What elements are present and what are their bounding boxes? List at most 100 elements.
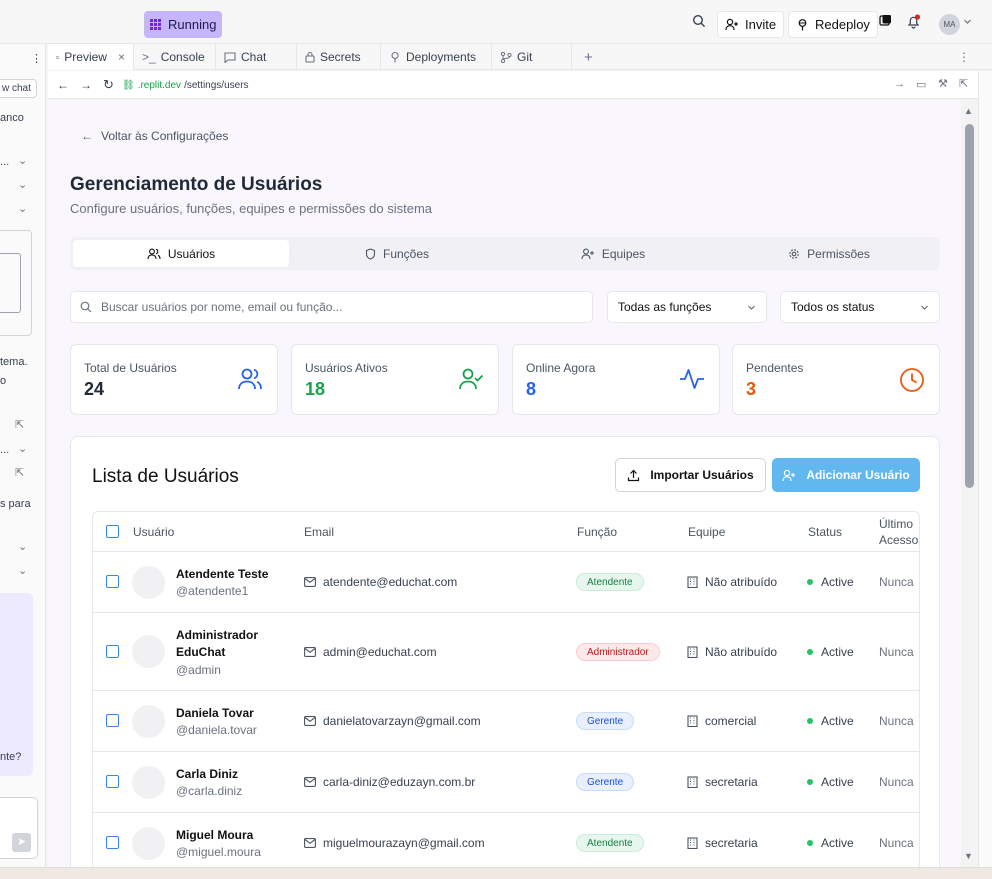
upload-icon [628, 469, 640, 481]
send-icon[interactable]: ➤ [12, 833, 31, 852]
row-checkbox[interactable] [106, 645, 119, 658]
avatar[interactable]: MA [939, 14, 960, 35]
tabs-menu-icon[interactable]: ⋮ [958, 50, 970, 64]
chat-snippet: tema. [0, 356, 28, 368]
reload-icon[interactable]: ↻ [103, 77, 114, 93]
user-search-input[interactable]: Buscar usuários por nome, email ou funçã… [70, 291, 593, 323]
table-row[interactable]: Miguel Moura @miguel.moura miguelmouraza… [93, 813, 919, 867]
role-badge: Administrador [576, 643, 660, 661]
link-icon: ⛓ [122, 79, 135, 91]
status-text: Active [821, 575, 854, 589]
external-link-icon[interactable]: ⇱ [15, 418, 24, 431]
back-to-settings-link[interactable]: ← Voltar às Configurações [81, 129, 228, 143]
tab-secrets[interactable]: Secrets [297, 44, 381, 70]
stat-value: 8 [526, 379, 537, 399]
chevron-down-icon[interactable]: ⌄ [18, 178, 27, 191]
stat-value: 18 [305, 379, 326, 399]
settings-tabs: Usuários Funções Equipes Permissões [70, 237, 940, 270]
user-email: danielatovarzayn@gmail.com [304, 714, 481, 728]
tab-label: Usuários [167, 246, 216, 261]
chevron-down-icon[interactable]: ⌄ [18, 564, 27, 577]
team-text: comercial [705, 714, 757, 728]
user-plus-icon [782, 469, 796, 481]
redeploy-button[interactable]: Redeploy [788, 11, 878, 38]
tab-preview[interactable]: Preview × [48, 44, 134, 70]
table-row[interactable]: Atendente Teste @atendente1 atendente@ed… [93, 552, 919, 613]
tab-permissoes[interactable]: Permissões [721, 240, 937, 267]
table-header: Usuário Email Função Equipe Status Últim… [93, 512, 919, 552]
add-tab-icon[interactable]: + [572, 44, 601, 70]
tab-funcoes[interactable]: Funções [289, 240, 505, 267]
chevron-down-icon[interactable]: ⌄ [18, 442, 27, 455]
add-user-button[interactable]: Adicionar Usuário [772, 458, 920, 492]
forward-arrow-icon[interactable]: → [80, 78, 92, 92]
tab-usuarios[interactable]: Usuários [73, 240, 289, 267]
user-email: admin@educhat.com [304, 645, 437, 659]
tab-label: Permissões [807, 246, 870, 261]
open-new-window-icon[interactable]: ⇱ [959, 77, 968, 90]
tab-console[interactable]: >_ Console [134, 44, 216, 70]
tab-label: Chat [241, 50, 267, 64]
status-filter-select[interactable]: Todos os status [780, 291, 940, 323]
tab-deployments[interactable]: Deployments [381, 44, 492, 70]
tab-chat[interactable]: Chat [216, 44, 297, 70]
row-checkbox[interactable] [106, 775, 119, 788]
row-checkbox[interactable] [106, 714, 119, 727]
user-name: Daniela Tovar [176, 706, 254, 720]
row-checkbox[interactable] [106, 836, 119, 849]
agent-chat-panel: ⋮ w chat anco ... ⌄ ⌄ ⌄ tema. o ⇱ ... ⌄ … [0, 44, 46, 879]
back-arrow-icon[interactable]: ← [57, 78, 69, 92]
new-chat-button[interactable]: w chat [0, 79, 37, 98]
external-link-icon[interactable]: ⇱ [15, 466, 24, 479]
layout-icon[interactable] [879, 14, 892, 27]
chevron-down-icon[interactable]: ⌄ [18, 154, 27, 167]
table-row[interactable]: Daniela Tovar @daniela.tovar danielatova… [93, 691, 919, 752]
chevron-down-icon[interactable]: ⌄ [18, 540, 27, 553]
search-placeholder: Buscar usuários por nome, email ou funçã… [101, 300, 343, 314]
url-field[interactable]: ⛓ .replit.dev/settings/users [122, 76, 912, 94]
table-row[interactable]: Carla Diniz @carla.diniz carla-diniz@edu… [93, 752, 919, 813]
lock-icon [305, 51, 315, 63]
chevron-down-icon[interactable] [963, 17, 972, 26]
mail-icon [304, 716, 316, 726]
row-checkbox[interactable] [106, 575, 119, 588]
panel-menu-icon[interactable]: ⋮ [31, 52, 42, 65]
table-row[interactable]: Administrador EduChat @admin admin@educh… [93, 613, 919, 691]
go-arrow-icon[interactable]: → [894, 78, 905, 90]
bell-icon[interactable] [906, 14, 921, 29]
running-indicator[interactable]: Running [144, 11, 222, 38]
email-text: miguelmourazayn@gmail.com [323, 836, 485, 850]
team-text: secretaria [705, 775, 758, 789]
user-name: Miguel Moura [176, 828, 254, 842]
user-name: Carla Diniz [176, 767, 239, 781]
column-header-last-access: Último Acesso [879, 517, 919, 547]
chat-input-box[interactable] [0, 253, 21, 313]
select-all-checkbox[interactable] [106, 525, 119, 538]
url-domain: .replit.dev [137, 79, 182, 91]
tab-equipes[interactable]: Equipes [505, 240, 721, 267]
close-icon[interactable]: × [118, 50, 125, 64]
import-users-button[interactable]: Importar Usuários [615, 458, 766, 492]
scroll-up-icon[interactable]: ▲ [964, 106, 973, 116]
workspace-topbar: Running Invite Redeploy MA [0, 0, 992, 44]
invite-button[interactable]: Invite [717, 11, 785, 38]
wrench-icon[interactable]: ⚒ [938, 77, 948, 90]
building-icon [687, 776, 698, 788]
mail-icon [304, 577, 316, 587]
user-team: Não atribuído [687, 645, 777, 659]
user-team: secretaria [687, 775, 758, 789]
replit-workspace: Running Invite Redeploy MA ⋮ w chat anco… [0, 0, 992, 879]
chat-message-bubble [0, 593, 33, 776]
scrollbar-thumb[interactable] [965, 124, 974, 488]
chevron-down-icon[interactable]: ⌄ [18, 202, 27, 215]
devices-icon[interactable]: ▭ [916, 78, 926, 91]
search-icon[interactable] [692, 14, 706, 28]
status-dot-icon [807, 779, 813, 785]
import-label: Importar Usuários [650, 468, 754, 482]
tab-git[interactable]: Git [492, 44, 572, 70]
scroll-down-icon[interactable]: ▼ [964, 851, 973, 861]
role-badge: Atendente [576, 834, 644, 852]
role-filter-select[interactable]: Todas as funções [607, 291, 767, 323]
user-team: Não atribuído [687, 575, 777, 589]
arrow-left-icon: ← [81, 129, 93, 143]
